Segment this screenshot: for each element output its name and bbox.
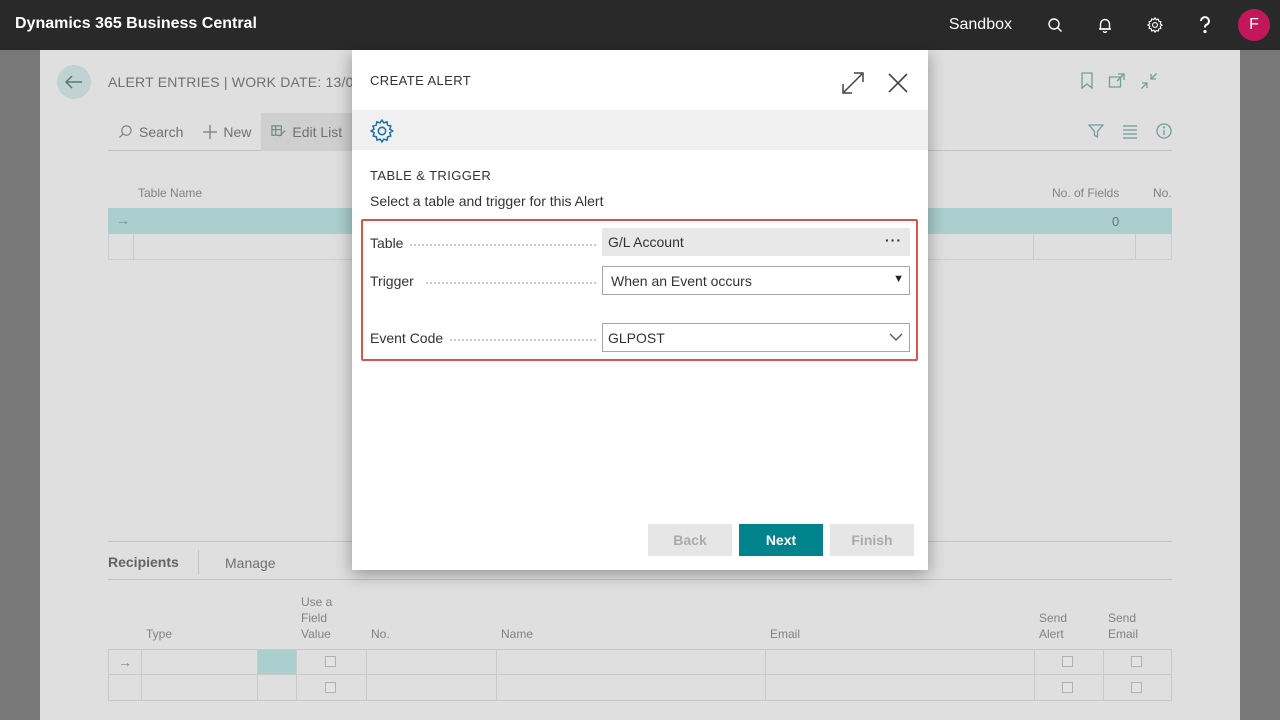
search-small-icon: [118, 125, 132, 139]
table-row[interactable]: →: [108, 649, 1172, 675]
cell-divider: [765, 675, 766, 700]
column-no-of-fields[interactable]: No. of Fields: [1052, 186, 1119, 200]
top-bar-actions: Sandbox F: [949, 0, 1280, 50]
dropdown-caret-icon: ▼: [893, 273, 904, 285]
section-title: TABLE & TRIGGER: [370, 168, 492, 183]
send-alert-checkbox[interactable]: [1062, 656, 1073, 667]
trigger-select[interactable]: When an Event occurs ▼: [602, 266, 910, 295]
edit-list-label: Edit List: [292, 123, 343, 140]
edit-list-icon: [271, 125, 286, 137]
back-arrow-icon[interactable]: [57, 65, 91, 99]
collapse-icon[interactable]: [1140, 72, 1158, 95]
trigger-field-label: Trigger: [370, 273, 414, 289]
cell-divider: [257, 650, 258, 674]
cell-divider: [496, 675, 497, 700]
next-button[interactable]: Next: [739, 524, 823, 556]
search-action-label: Search: [139, 123, 184, 140]
back-button[interactable]: Back: [648, 524, 732, 556]
cell-divider: [1103, 675, 1104, 700]
cell-divider: [141, 675, 142, 700]
cell-divider: [366, 650, 367, 674]
event-code-field-label: Event Code: [370, 330, 444, 346]
leader-dots: [450, 339, 596, 341]
avatar[interactable]: F: [1238, 9, 1270, 41]
more-options-icon[interactable]: ···: [885, 232, 902, 248]
cell-divider: [1033, 234, 1034, 259]
column-use-field-value[interactable]: Use a Field Value: [301, 594, 351, 642]
cell-divider: [141, 650, 142, 674]
leader-dots: [410, 244, 596, 246]
info-icon[interactable]: [1156, 123, 1172, 142]
open-new-window-icon[interactable]: [1108, 72, 1126, 95]
event-code-value: GLPOST: [608, 330, 665, 346]
divider: [198, 550, 199, 574]
bell-icon[interactable]: [1080, 0, 1130, 50]
column-send-email[interactable]: Send Email: [1108, 610, 1148, 642]
cell-divider: [366, 675, 367, 700]
column-name[interactable]: Name: [501, 626, 533, 642]
page-header-actions: [1080, 72, 1158, 95]
use-field-value-checkbox[interactable]: [325, 682, 336, 693]
row-arrow-icon: →: [116, 212, 130, 228]
cell-divider: [1103, 650, 1104, 674]
cell-divider: [296, 675, 297, 700]
table-field[interactable]: G/L Account ···: [602, 228, 910, 256]
new-action[interactable]: New: [193, 113, 261, 151]
expand-icon[interactable]: [840, 70, 866, 96]
dialog-toolbar: [352, 110, 928, 150]
table-field-value: G/L Account: [608, 234, 684, 250]
cell-divider: [765, 650, 766, 674]
search-action[interactable]: Search: [108, 113, 193, 151]
manage-tab[interactable]: Manage: [225, 555, 276, 571]
cell-divider: [296, 650, 297, 674]
search-icon[interactable]: [1030, 0, 1080, 50]
plus-icon: [203, 124, 218, 139]
close-icon[interactable]: [885, 70, 911, 96]
filter-icon[interactable]: [1087, 123, 1105, 142]
dialog-title: CREATE ALERT: [370, 73, 472, 88]
send-email-checkbox[interactable]: [1131, 656, 1142, 667]
send-email-checkbox[interactable]: [1131, 682, 1142, 693]
new-action-label: New: [223, 123, 252, 140]
event-code-field[interactable]: GLPOST: [602, 323, 910, 352]
row-arrow-icon: →: [118, 654, 132, 670]
trigger-select-value: When an Event occurs: [611, 273, 752, 289]
section-subtitle: Select a table and trigger for this Aler…: [370, 193, 604, 209]
environment-label[interactable]: Sandbox: [949, 16, 1012, 34]
recipients-tab[interactable]: Recipients: [108, 554, 179, 570]
column-no[interactable]: No.: [1153, 186, 1172, 200]
list-tools: [1087, 123, 1172, 142]
column-table-name[interactable]: Table Name: [138, 186, 202, 200]
column-send-alert[interactable]: Send Alert: [1039, 610, 1079, 642]
table-field-label: Table: [370, 235, 404, 251]
use-field-value-checkbox[interactable]: [325, 656, 336, 667]
no-of-fields-value: 0: [1112, 214, 1120, 229]
cell-divider: [1034, 675, 1035, 700]
cell-divider: [1135, 234, 1136, 259]
cell-divider: [496, 650, 497, 674]
page-title: ALERT ENTRIES | WORK DATE: 13/05/20: [108, 74, 382, 90]
cell-divider: [1034, 650, 1035, 674]
top-bar: Dynamics 365 Business Central Sandbox F: [0, 0, 1280, 50]
bookmark-icon[interactable]: [1080, 72, 1094, 95]
send-alert-checkbox[interactable]: [1062, 682, 1073, 693]
column-type[interactable]: Type: [146, 626, 172, 642]
gear-icon[interactable]: [369, 118, 395, 149]
selected-cell[interactable]: [257, 650, 296, 674]
gear-icon[interactable]: [1130, 0, 1180, 50]
app-title[interactable]: Dynamics 365 Business Central: [15, 15, 257, 33]
chevron-down-icon[interactable]: [889, 330, 903, 347]
help-icon[interactable]: [1180, 0, 1230, 50]
list-view-icon[interactable]: [1122, 123, 1138, 142]
leader-dots: [426, 282, 596, 284]
edit-list-action[interactable]: Edit List: [261, 112, 353, 151]
finish-button[interactable]: Finish: [830, 524, 914, 556]
column-no[interactable]: No.: [371, 626, 390, 642]
table-row[interactable]: [108, 675, 1172, 701]
cell-divider: [133, 234, 134, 259]
create-alert-dialog: CREATE ALERT TABLE & TRIGGER Select a ta…: [352, 50, 928, 570]
column-email[interactable]: Email: [770, 626, 800, 642]
cell-divider: [257, 675, 258, 700]
